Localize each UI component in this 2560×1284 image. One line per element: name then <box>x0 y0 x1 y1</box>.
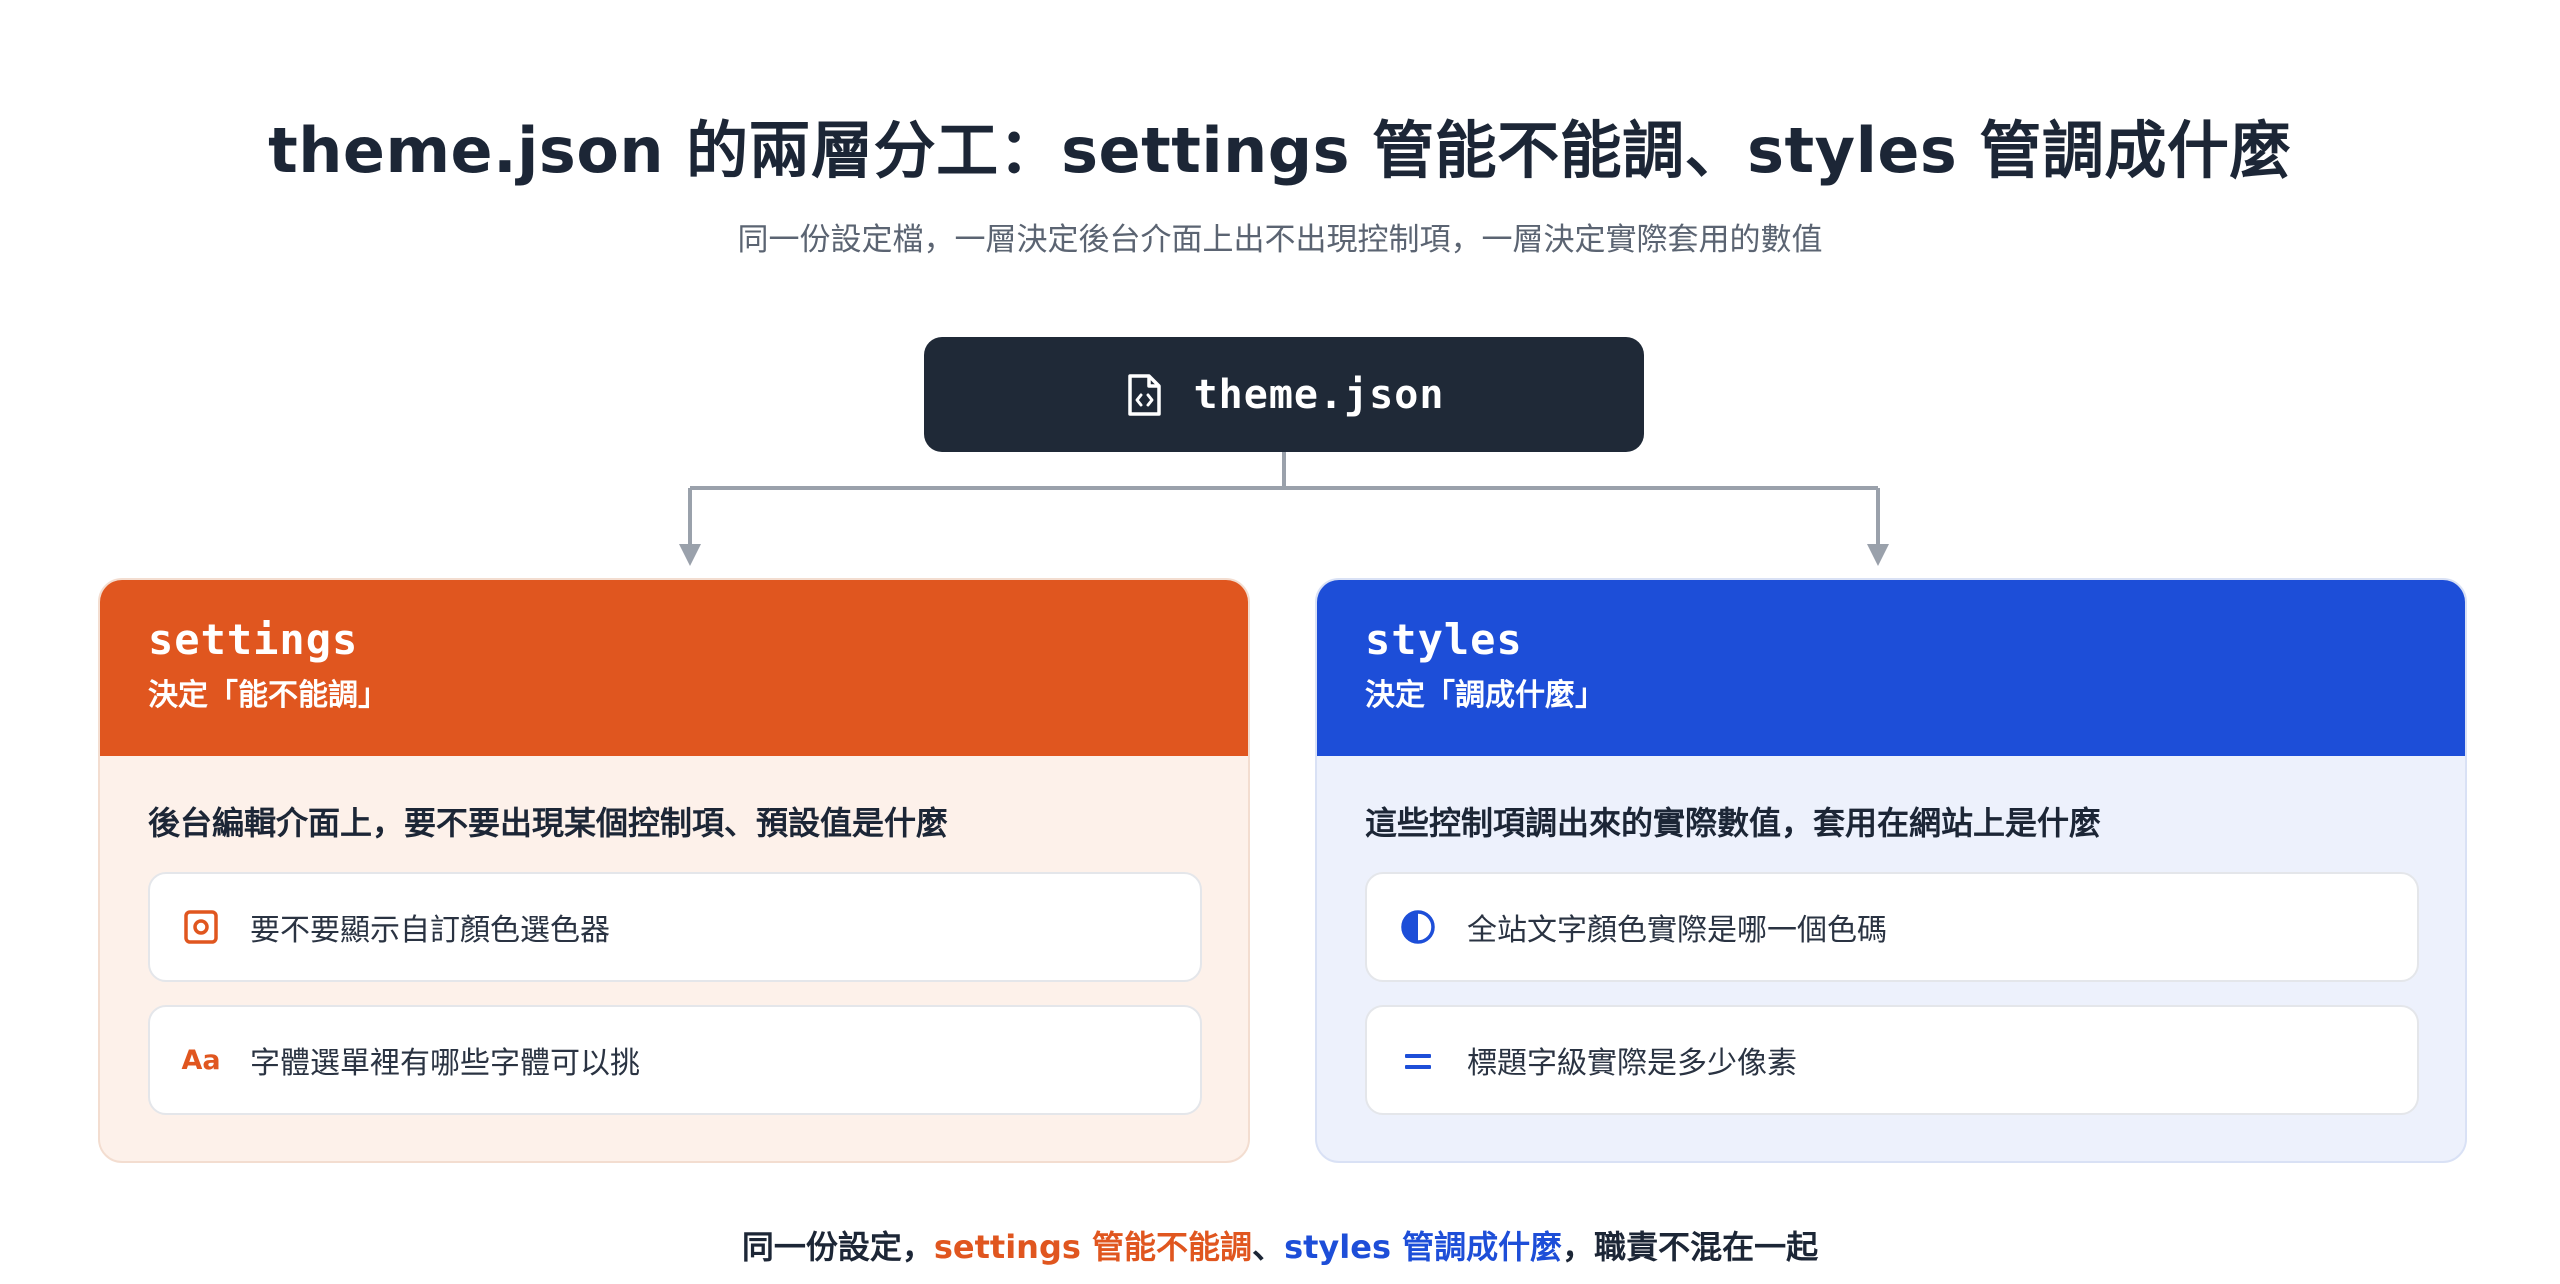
font-aa-icon: Aa <box>181 1044 221 1076</box>
footer-prefix: 同一份設定， <box>741 1228 934 1266</box>
settings-item-label: 字體選單裡有哪些字體可以挑 <box>250 1046 640 1081</box>
settings-item-font-list: Aa 字體選單裡有哪些字體可以挑 <box>148 1005 1202 1115</box>
styles-item-label: 全站文字顏色實際是哪一個色碼 <box>1467 913 1887 948</box>
settings-item-color-picker: 要不要顯示自訂顏色選色器 <box>148 872 1202 982</box>
settings-card-key: settings <box>148 615 359 664</box>
styles-item-label: 標題字級實際是多少像素 <box>1467 1046 1797 1081</box>
footer-summary: 同一份設定，settings 管能不能調、styles 管調成什麼，職責不混在一… <box>0 1222 2560 1268</box>
page-subtitle: 同一份設定檔，一層決定後台介面上出不出現控制項，一層決定實際套用的數值 <box>737 222 1823 258</box>
styles-card-header: styles 決定「調成什麼」 <box>1317 580 2465 756</box>
root-node-theme-json: theme.json <box>924 337 1644 452</box>
settings-item-label: 要不要顯示自訂顏色選色器 <box>250 913 610 948</box>
settings-card-header: settings 決定「能不能調」 <box>100 580 1248 756</box>
page-title: theme.json 的兩層分工：settings 管能不能調、styles 管… <box>268 114 2292 187</box>
footer-settings-part: settings 管能不能調 <box>933 1228 1253 1266</box>
settings-card-description: 後台編輯介面上，要不要出現某個控制項、預設值是什麼 <box>148 804 949 842</box>
arrowhead-right <box>1867 544 1889 566</box>
file-code-icon <box>1124 373 1164 417</box>
styles-card-key: styles <box>1365 615 1523 664</box>
settings-card: settings 決定「能不能調」 後台編輯介面上，要不要出現某個控制項、預設值… <box>98 578 1250 1163</box>
footer-styles-part: styles 管調成什麼 <box>1284 1228 1563 1266</box>
settings-card-role: 決定「能不能調」 <box>148 678 388 713</box>
contrast-half-circle-icon <box>1399 908 1437 946</box>
heading-lines-icon <box>1399 1041 1437 1079</box>
footer-separator: 、 <box>1252 1228 1285 1266</box>
styles-item-text-color: 全站文字顏色實際是哪一個色碼 <box>1365 872 2419 982</box>
styles-card: styles 決定「調成什麼」 這些控制項調出來的實際數值，套用在網站上是什麼 … <box>1315 578 2467 1163</box>
footer-suffix: ，職責不混在一起 <box>1562 1228 1819 1266</box>
styles-item-heading-size: 標題字級實際是多少像素 <box>1365 1005 2419 1115</box>
diagram-canvas: theme.json 的兩層分工：settings 管能不能調、styles 管… <box>0 0 2560 1284</box>
styles-card-description: 這些控制項調出來的實際數值，套用在網站上是什麼 <box>1365 804 2102 842</box>
styles-card-role: 決定「調成什麼」 <box>1365 678 1605 713</box>
arrowhead-left <box>679 544 701 566</box>
color-picker-icon <box>182 908 220 946</box>
root-node-label: theme.json <box>1193 371 1445 418</box>
